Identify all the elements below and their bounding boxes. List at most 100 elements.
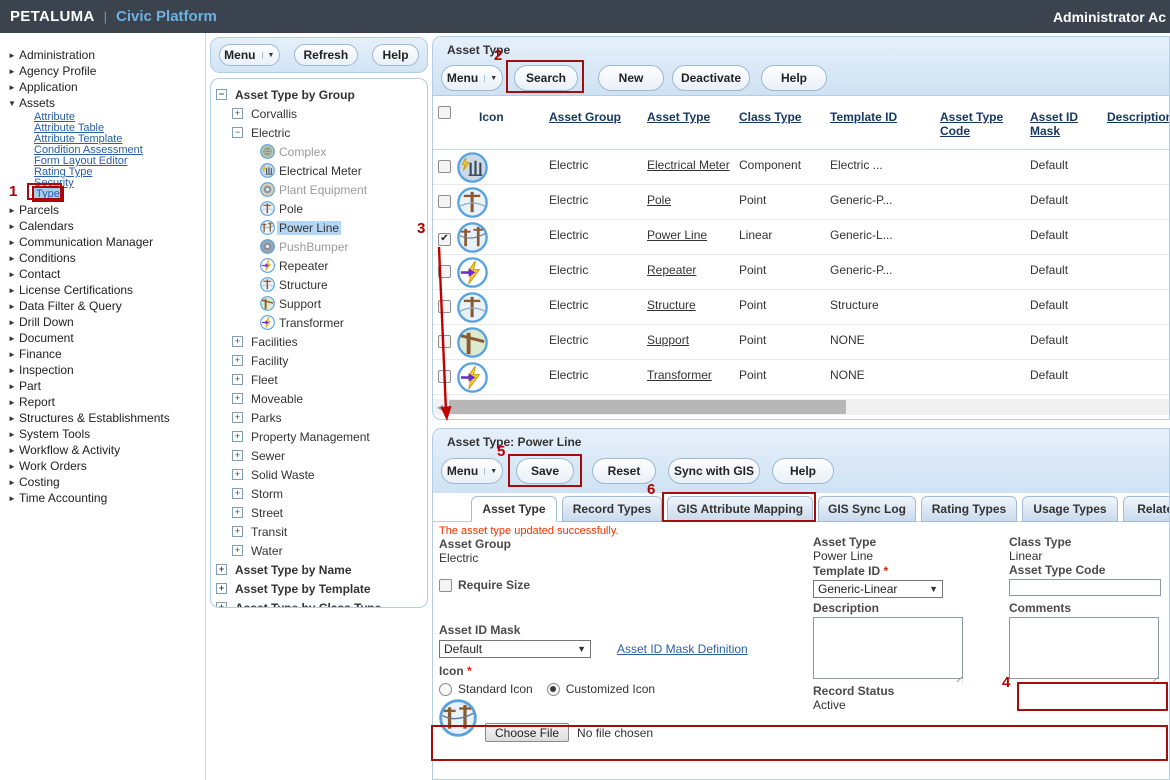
choose-file-button[interactable]: Choose File bbox=[485, 723, 569, 742]
tree-node-asset-type-by-template[interactable]: +Asset Type by Template bbox=[213, 579, 425, 598]
sidebar-item-work-orders[interactable]: ►Work Orders bbox=[8, 458, 205, 474]
tree-node-pole[interactable]: Pole bbox=[213, 199, 425, 218]
tree-node-facilities[interactable]: +Facilities bbox=[213, 332, 425, 351]
cell-asset-type[interactable]: Structure bbox=[647, 290, 739, 312]
tree-node-fleet[interactable]: +Fleet bbox=[213, 370, 425, 389]
tree-node-water[interactable]: +Water bbox=[213, 541, 425, 560]
asset-type-link[interactable]: Pole bbox=[647, 193, 671, 207]
column-header-template-id[interactable]: Template ID bbox=[830, 96, 940, 124]
save-button[interactable]: Save bbox=[516, 458, 574, 484]
sidebar-item-document[interactable]: ►Document bbox=[8, 330, 205, 346]
detail-menu-button[interactable]: Menu ▼ bbox=[441, 458, 503, 484]
asset-type-link[interactable]: Repeater bbox=[647, 263, 696, 277]
tab-record-types[interactable]: Record Types bbox=[562, 496, 662, 522]
row-checkbox[interactable] bbox=[438, 335, 451, 348]
select-all-checkbox[interactable] bbox=[438, 106, 451, 119]
expand-plus-icon[interactable]: + bbox=[232, 355, 243, 366]
tree-node-transit[interactable]: +Transit bbox=[213, 522, 425, 541]
column-header-asset-id-mask[interactable]: Asset ID Mask bbox=[1030, 96, 1107, 138]
sidebar-item-license-certifications[interactable]: ►License Certifications bbox=[8, 282, 205, 298]
tree-node-facility[interactable]: +Facility bbox=[213, 351, 425, 370]
expand-plus-icon[interactable]: + bbox=[232, 545, 243, 556]
sidebar-item-agency-profile[interactable]: ►Agency Profile bbox=[8, 63, 205, 79]
tab-gis-sync-log[interactable]: GIS Sync Log bbox=[818, 496, 916, 522]
tree-node-support[interactable]: Support bbox=[213, 294, 425, 313]
sidebar-item-calendars[interactable]: ►Calendars bbox=[8, 218, 205, 234]
sidebar-item-finance[interactable]: ►Finance bbox=[8, 346, 205, 362]
expand-plus-icon[interactable]: + bbox=[232, 108, 243, 119]
sidebar-item-structures-establishments[interactable]: ►Structures & Establishments bbox=[8, 410, 205, 426]
expand-plus-icon[interactable]: + bbox=[232, 393, 243, 404]
row-checkbox[interactable] bbox=[438, 370, 451, 383]
row-checkbox[interactable] bbox=[438, 195, 451, 208]
admin-account-label[interactable]: Administrator Ac bbox=[1053, 9, 1166, 25]
asset-type-link[interactable]: Transformer bbox=[647, 368, 712, 382]
expand-plus-icon[interactable]: + bbox=[232, 336, 243, 347]
expand-plus-icon[interactable]: + bbox=[232, 450, 243, 461]
tab-related-as[interactable]: Related As bbox=[1123, 496, 1170, 522]
collapse-minus-icon[interactable]: − bbox=[216, 89, 227, 100]
detail-help-button[interactable]: Help bbox=[772, 458, 834, 484]
expand-plus-icon[interactable]: + bbox=[216, 564, 227, 575]
sidebar-item-report[interactable]: ►Report bbox=[8, 394, 205, 410]
tab-rating-types[interactable]: Rating Types bbox=[921, 496, 1017, 522]
column-header-asset-type[interactable]: Asset Type bbox=[647, 96, 739, 124]
sync-with-gis-button[interactable]: Sync with GIS bbox=[668, 458, 760, 484]
tree-node-asset-type-by-class-type[interactable]: +Asset Type by Class Type bbox=[213, 598, 425, 608]
tree-menu-button[interactable]: Menu ▼ bbox=[219, 44, 280, 66]
tree-node-repeater[interactable]: Repeater bbox=[213, 256, 425, 275]
sidebar-item-inspection[interactable]: ►Inspection bbox=[8, 362, 205, 378]
comments-textarea[interactable] bbox=[1009, 617, 1159, 679]
tree-node-power-line[interactable]: Power Line bbox=[213, 218, 425, 237]
tree-node-structure[interactable]: Structure bbox=[213, 275, 425, 294]
tree-node-storm[interactable]: +Storm bbox=[213, 484, 425, 503]
tree-node-moveable[interactable]: +Moveable bbox=[213, 389, 425, 408]
sidebar-item-system-tools[interactable]: ►System Tools bbox=[8, 426, 205, 442]
expand-plus-icon[interactable]: + bbox=[232, 507, 243, 518]
tree-node-electric[interactable]: −Electric bbox=[213, 123, 425, 142]
sidebar-item-assets[interactable]: ▼Assets bbox=[8, 95, 205, 111]
row-checkbox[interactable]: ✔ bbox=[438, 233, 451, 246]
expand-plus-icon[interactable]: + bbox=[232, 469, 243, 480]
expand-plus-icon[interactable]: + bbox=[232, 488, 243, 499]
row-checkbox[interactable] bbox=[438, 265, 451, 278]
sidebar-item-workflow-activity[interactable]: ►Workflow & Activity bbox=[8, 442, 205, 458]
horizontal-scrollbar[interactable]: ◀ bbox=[433, 399, 1170, 415]
tab-usage-types[interactable]: Usage Types bbox=[1022, 496, 1118, 522]
tab-gis-attribute-mapping[interactable]: GIS Attribute Mapping bbox=[667, 496, 813, 522]
customized-icon-radio[interactable] bbox=[547, 683, 560, 696]
sidebar-item-time-accounting[interactable]: ►Time Accounting bbox=[8, 490, 205, 506]
tree-node-street[interactable]: +Street bbox=[213, 503, 425, 522]
asset-type-link[interactable]: Power Line bbox=[647, 228, 707, 242]
sidebar-item-contact[interactable]: ►Contact bbox=[8, 266, 205, 282]
sidebar-item-conditions[interactable]: ►Conditions bbox=[8, 250, 205, 266]
row-checkbox[interactable] bbox=[438, 300, 451, 313]
cell-asset-type[interactable]: Pole bbox=[647, 185, 739, 207]
sidebar-item-administration[interactable]: ►Administration bbox=[8, 47, 205, 63]
sidebar-item-part[interactable]: ►Part bbox=[8, 378, 205, 394]
new-button[interactable]: New bbox=[598, 65, 664, 91]
collapse-minus-icon[interactable]: − bbox=[232, 127, 243, 138]
asset-id-mask-definition-link[interactable]: Asset ID Mask Definition bbox=[617, 642, 748, 656]
cell-asset-type[interactable]: Transformer bbox=[647, 360, 739, 382]
tab-asset-type[interactable]: Asset Type bbox=[471, 496, 557, 522]
column-header-asset-group[interactable]: Asset Group bbox=[549, 96, 647, 124]
asset-type-link[interactable]: Electrical Meter bbox=[647, 158, 730, 172]
tree-node-solid-waste[interactable]: +Solid Waste bbox=[213, 465, 425, 484]
tree-node-corvallis[interactable]: +Corvallis bbox=[213, 104, 425, 123]
sidebar-item-data-filter-query[interactable]: ►Data Filter & Query bbox=[8, 298, 205, 314]
column-header-class-type[interactable]: Class Type bbox=[739, 96, 830, 124]
cell-asset-type[interactable]: Support bbox=[647, 325, 739, 347]
description-textarea[interactable] bbox=[813, 617, 963, 679]
cell-asset-type[interactable]: Electrical Meter bbox=[647, 150, 739, 172]
list-menu-button[interactable]: Menu ▼ bbox=[441, 65, 503, 91]
sidebar-item-communication-manager[interactable]: ►Communication Manager bbox=[8, 234, 205, 250]
expand-plus-icon[interactable]: + bbox=[232, 526, 243, 537]
cell-asset-type[interactable]: Repeater bbox=[647, 255, 739, 277]
tree-node-parks[interactable]: +Parks bbox=[213, 408, 425, 427]
row-checkbox[interactable] bbox=[438, 160, 451, 173]
scroll-left-arrow-icon[interactable]: ◀ bbox=[433, 403, 447, 412]
sidebar-item-drill-down[interactable]: ►Drill Down bbox=[8, 314, 205, 330]
asset-type-code-input[interactable] bbox=[1009, 579, 1161, 596]
cell-asset-type[interactable]: Power Line bbox=[647, 220, 739, 242]
